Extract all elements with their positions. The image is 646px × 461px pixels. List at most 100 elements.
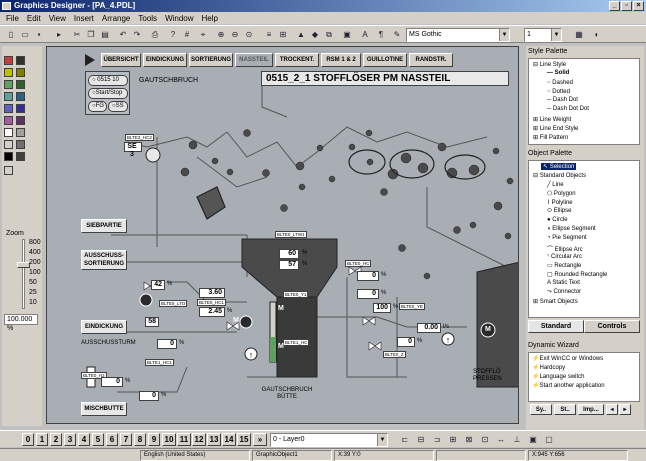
menu-view[interactable]: View <box>45 14 70 23</box>
tree-item[interactable]: ⬭ Ellipse <box>547 208 571 215</box>
zoom-slider-track[interactable] <box>22 239 25 309</box>
color-swatch[interactable] <box>4 104 13 113</box>
color-swatch[interactable] <box>16 80 25 89</box>
fg-radio[interactable]: ○FG <box>88 101 107 112</box>
menu-file[interactable]: File <box>2 14 23 23</box>
align-left-icon[interactable]: ⊏ <box>398 433 412 446</box>
tree-item[interactable]: ● Circle <box>547 217 568 223</box>
tree-item[interactable]: ▭ Rectangle <box>547 262 581 269</box>
color-swatch[interactable] <box>4 68 13 77</box>
color-swatch[interactable] <box>4 80 13 89</box>
align-right-icon[interactable]: ⊐ <box>430 433 444 446</box>
zoom-out-icon[interactable]: ⊖ <box>228 28 242 41</box>
tree-item[interactable]: ⌒ Ellipse Arc <box>547 244 583 253</box>
eindickung-button[interactable]: EINDICKUNG <box>81 320 127 334</box>
wizard-tab-st[interactable]: St.. <box>554 404 576 415</box>
play-icon[interactable] <box>85 54 95 66</box>
align-icon[interactable]: ⊞ <box>276 28 290 41</box>
properties-icon[interactable]: ▣ <box>340 28 354 41</box>
tree-item[interactable]: ╱ Line <box>547 181 564 188</box>
wizard-item[interactable]: ⚡Hardcopy <box>532 364 565 371</box>
layer-1-button[interactable]: 1 <box>36 433 48 446</box>
tree-item[interactable]: ⤳ Connector <box>547 289 581 296</box>
redo-icon[interactable]: ↷ <box>130 28 144 41</box>
ss-radio[interactable]: ○SS <box>108 101 128 112</box>
tree-item[interactable]: ⊞ Smart Objects <box>533 298 578 305</box>
color-swatch[interactable] <box>16 116 25 125</box>
menu-tools[interactable]: Tools <box>134 14 161 23</box>
fill-icon[interactable]: ◆ <box>308 28 322 41</box>
nav-eindickung[interactable]: EINDICKUNG <box>143 53 187 67</box>
tree-item[interactable]: ⊞ Fill Pattern <box>533 134 568 141</box>
color-swatch[interactable] <box>16 140 25 149</box>
color-swatch[interactable] <box>4 116 13 125</box>
tab-standard[interactable]: Standard <box>528 320 584 333</box>
nav-uebersicht[interactable]: ÜBERSICHT <box>101 53 141 67</box>
tab-controls[interactable]: Controls <box>584 320 640 333</box>
open-icon[interactable]: ▭ <box>18 28 32 41</box>
tree-item[interactable]: ⊟ Line Style <box>533 61 566 68</box>
zoom-value[interactable]: 100.000 % <box>4 314 38 332</box>
wrap-icon[interactable]: ✎ <box>390 28 404 41</box>
rotate-icon[interactable]: ↔ <box>494 433 508 446</box>
tree-item[interactable]: ⌇ Polyline <box>547 199 573 206</box>
pointer-icon[interactable]: ⌖ <box>196 28 210 41</box>
id-radio[interactable]: ○ 0515 10 <box>88 75 128 86</box>
layer-6-button[interactable]: 6 <box>106 433 118 446</box>
tree-item[interactable]: ─ Dash Dot Dot <box>547 106 589 112</box>
font-dropdown[interactable]: MS Gothic ▼ <box>406 28 510 42</box>
tree-item[interactable]: ⊟ Standard Objects <box>533 172 586 179</box>
distribute-icon[interactable]: ⊞ <box>446 433 460 446</box>
help-icon[interactable]: ? <box>166 28 180 41</box>
color-swatch[interactable] <box>16 128 25 137</box>
tree-item[interactable]: ◖ Ellipse Segment <box>547 226 596 232</box>
grid-icon[interactable]: # <box>180 28 194 41</box>
wizard-item[interactable]: ⚡Language switch <box>532 373 585 380</box>
tree-item[interactable]: A Static Text <box>547 280 580 286</box>
tree-item[interactable]: ↖ Selection <box>541 163 577 170</box>
layer-8-button[interactable]: 8 <box>134 433 146 446</box>
cut-icon[interactable]: ✂ <box>70 28 84 41</box>
minimize-button[interactable]: _ <box>609 1 620 11</box>
font-style-icon[interactable]: ¶ <box>374 28 388 41</box>
text-color-icon[interactable]: ▦ <box>572 28 586 41</box>
same-height-icon[interactable]: ⊡ <box>478 433 492 446</box>
group-icon[interactable]: ▣ <box>526 433 540 446</box>
color-icon[interactable]: ▲ <box>294 28 308 41</box>
flip-icon[interactable]: ⊥ <box>510 433 524 446</box>
layer-10-button[interactable]: 10 <box>162 433 176 446</box>
tree-item[interactable]: ⊞ Line End Style <box>533 125 578 132</box>
wizard-item[interactable]: ⚡Exit WinCC or Windows <box>532 355 603 362</box>
color-swatch[interactable] <box>4 56 13 65</box>
drawing-canvas[interactable]: ↑ ↑ ÜBERSICHT EINDICKUNG SORTIERUNG NASS… <box>46 46 519 424</box>
layer-11-button[interactable]: 11 <box>177 433 191 446</box>
tree-item[interactable]: ▢ Rounded Rectangle <box>547 271 607 278</box>
align-center-icon[interactable]: ⊟ <box>414 433 428 446</box>
new-icon[interactable]: ▯ <box>4 28 18 41</box>
menu-arrange[interactable]: Arrange <box>98 14 134 23</box>
color-swatch[interactable] <box>4 92 13 101</box>
layers-icon[interactable]: ≡ <box>262 28 276 41</box>
layer-15-button[interactable]: 15 <box>237 433 251 446</box>
more-layers-icon[interactable]: » <box>253 433 267 446</box>
tree-item[interactable]: ┄ Dashed <box>547 79 573 86</box>
menu-insert[interactable]: Insert <box>70 14 98 23</box>
tree-item[interactable]: ◝ Circular Arc <box>547 253 582 260</box>
save-icon[interactable]: ▪ <box>32 28 46 41</box>
menu-help[interactable]: Help <box>198 14 222 23</box>
menu-window[interactable]: Window <box>161 14 197 23</box>
size-dropdown[interactable]: 1 ▼ <box>524 28 562 42</box>
close-button[interactable]: × <box>633 1 644 11</box>
menu-edit[interactable]: Edit <box>23 14 45 23</box>
wizard-tab-imp[interactable]: Imp... <box>578 404 604 415</box>
layer-14-button[interactable]: 14 <box>222 433 236 446</box>
layer-3-button[interactable]: 3 <box>64 433 76 446</box>
zoom-fit-icon[interactable]: ⊙ <box>242 28 256 41</box>
layer-2-button[interactable]: 2 <box>50 433 62 446</box>
tree-item[interactable]: ⊞ Line Weight <box>533 116 571 123</box>
nav-randstr[interactable]: RANDSTR. <box>409 53 453 67</box>
mischbutte-button[interactable]: MISCHBUTTE <box>81 402 127 416</box>
nav-trockent[interactable]: TROCKENT. <box>275 53 319 67</box>
scroll-right-icon[interactable]: ▸ <box>619 404 631 415</box>
tree-item[interactable]: — Solid <box>547 70 569 76</box>
